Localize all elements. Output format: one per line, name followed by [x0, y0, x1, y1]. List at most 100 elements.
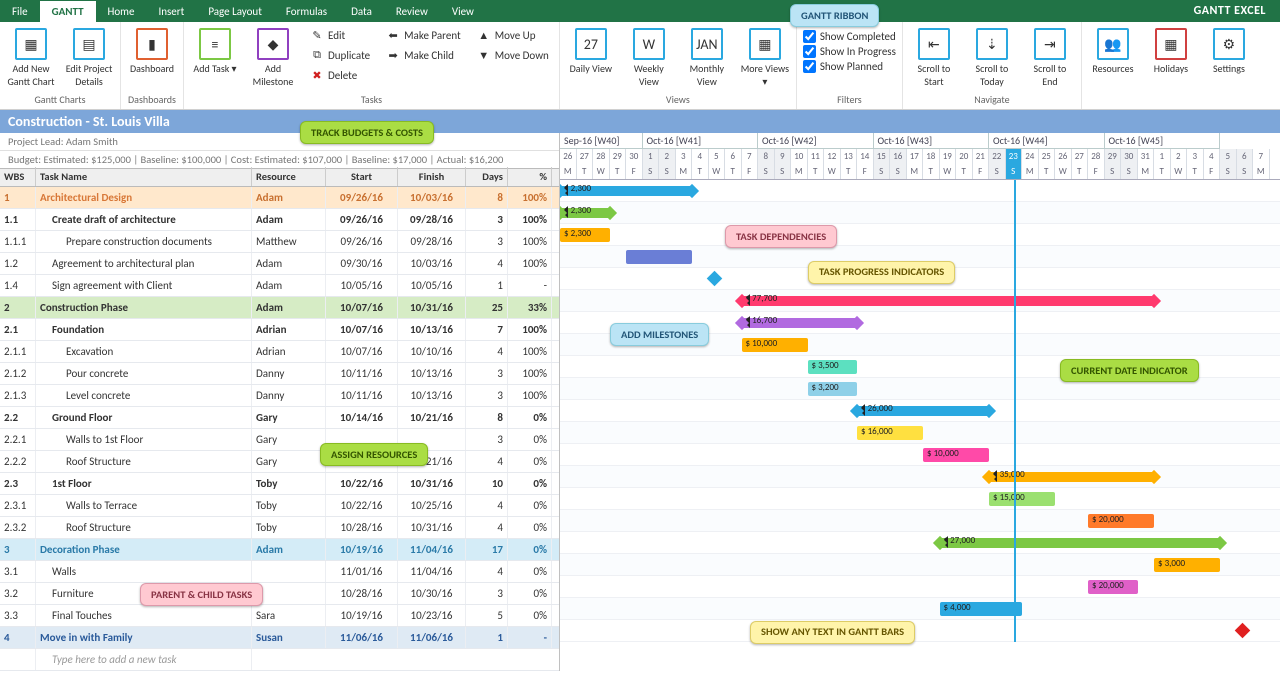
col-wbs[interactable]: WBS — [0, 167, 36, 186]
gantt-bar[interactable]: $ 2,300 — [560, 186, 692, 196]
tab-view[interactable]: View — [440, 1, 486, 22]
col-start[interactable]: Start — [326, 167, 398, 186]
duplicate-task-button[interactable]: ⧉Duplicate — [306, 46, 374, 64]
timeline-daynum: 3 — [1187, 149, 1204, 164]
settings-button[interactable]: ⚙Settings — [1204, 26, 1254, 75]
task-row[interactable]: 1.4Sign agreement with ClientAdam10/05/1… — [0, 275, 559, 297]
gantt-bar[interactable]: $ 26,000 — [857, 406, 989, 416]
gantt-bar[interactable]: $ 20,000 — [1088, 580, 1138, 594]
add-milestone-button[interactable]: ◆Add Milestone — [248, 26, 298, 88]
task-row[interactable]: 3Decoration PhaseAdam10/19/1611/04/16170… — [0, 539, 559, 561]
task-row[interactable]: 2.31st FloorToby10/22/1610/31/16100% — [0, 473, 559, 495]
brand-label: GANTT EXCEL — [1194, 4, 1280, 18]
task-row[interactable]: 2.1.3Level concreteDanny10/11/1610/13/16… — [0, 385, 559, 407]
task-row[interactable]: 2.3.2Roof StructureToby10/28/1610/31/164… — [0, 517, 559, 539]
timeline-daynum: 16 — [890, 149, 907, 164]
move-up-button[interactable]: ▲Move Up — [473, 26, 553, 44]
task-row[interactable]: 1.2Agreement to architectural planAdam09… — [0, 253, 559, 275]
add-task-button[interactable]: ≡Add Task ▾ — [190, 26, 240, 75]
timeline-dow: S — [890, 164, 907, 179]
task-row[interactable]: 1.1.1Prepare construction documentsMatth… — [0, 231, 559, 253]
timeline-daynum: 14 — [857, 149, 874, 164]
gantt-bar[interactable]: $ 3,200 — [808, 382, 858, 396]
gantt-bar[interactable]: $ 16,700 — [742, 318, 858, 328]
make-parent-button[interactable]: ⬅Make Parent — [382, 26, 465, 44]
task-row[interactable]: 3.1Walls11/01/1611/04/1640% — [0, 561, 559, 583]
scroll-today-button[interactable]: ⇣Scroll to Today — [967, 26, 1017, 88]
gantt-bar[interactable]: $ 4,000 — [940, 602, 1023, 616]
add-new-gantt-button[interactable]: ▦Add New Gantt Chart — [6, 26, 56, 88]
holidays-button[interactable]: ▦Holidays — [1146, 26, 1196, 75]
timeline-dow: S — [874, 164, 891, 179]
gantt-bar[interactable] — [626, 250, 692, 264]
timeline-dow: S — [1006, 164, 1023, 179]
tab-gantt[interactable]: GANTT — [40, 1, 96, 22]
ribbon: GANTT RIBBON ▦Add New Gantt Chart ▤Edit … — [0, 22, 1280, 110]
milestone-marker[interactable] — [1234, 623, 1250, 639]
task-row[interactable]: 4Move in with FamilySusan11/06/1611/06/1… — [0, 627, 559, 649]
gantt-bar[interactable]: $ 2,300 — [560, 228, 610, 242]
tab-review[interactable]: Review — [384, 1, 440, 22]
dashboard-button[interactable]: ▮Dashboard — [127, 26, 177, 75]
task-row[interactable]: 3.3Final TouchesSara10/19/1610/23/1650% — [0, 605, 559, 627]
gantt-bar[interactable]: $ 77,700 — [742, 296, 1155, 306]
timeline-dow: M — [676, 164, 693, 179]
gantt-bar[interactable]: $ 10,000 — [923, 448, 989, 462]
more-views-button[interactable]: ▦More Views ▾ — [740, 26, 790, 88]
task-row[interactable]: 2.2.2Roof StructureGary10/18/1610/21/164… — [0, 451, 559, 473]
task-row[interactable]: 2.2Ground FloorGary10/14/1610/21/1680% — [0, 407, 559, 429]
scroll-end-button[interactable]: ⇥Scroll to End — [1025, 26, 1075, 88]
task-row[interactable]: 2.2.1Walls to 1st FloorGary30% — [0, 429, 559, 451]
col-task[interactable]: Task Name — [36, 167, 252, 186]
task-row[interactable]: 2.1.1ExcavationAdrian10/07/1610/10/16410… — [0, 341, 559, 363]
make-child-button[interactable]: ➡Make Child — [382, 46, 465, 64]
callout-parent-child: PARENT & CHILD TASKS — [140, 583, 263, 606]
task-row[interactable]: 2.1FoundationAdrian10/07/1610/13/167100% — [0, 319, 559, 341]
col-pct[interactable]: % — [508, 167, 552, 186]
gantt-bar[interactable]: $ 3,000 — [1154, 558, 1220, 572]
gantt-bar[interactable]: $ 2,300 — [560, 208, 610, 218]
gantt-bar[interactable]: $ 3,500 — [808, 360, 858, 374]
gantt-bar[interactable]: $ 27,000 — [940, 538, 1221, 548]
gantt-bar[interactable]: $ 10,000 — [742, 338, 808, 352]
task-row[interactable]: 1Architectural DesignAdam09/26/1610/03/1… — [0, 187, 559, 209]
callout-task-progress: TASK PROGRESS INDICATORS — [808, 261, 955, 284]
group-gantt-charts: Gantt Charts — [6, 91, 114, 109]
milestone-marker[interactable] — [706, 271, 722, 287]
move-down-button[interactable]: ▼Move Down — [473, 46, 553, 64]
task-row[interactable]: 1.1Create draft of architectureAdam09/26… — [0, 209, 559, 231]
callout-bar-text: SHOW ANY TEXT IN GANTT BARS — [750, 621, 915, 644]
col-resource[interactable]: Resource — [252, 167, 326, 186]
edit-project-details-button[interactable]: ▤Edit Project Details — [64, 26, 114, 88]
col-days[interactable]: Days — [466, 167, 508, 186]
gantt-bar[interactable]: $ 15,000 — [989, 492, 1055, 506]
daily-view-button[interactable]: 27Daily View — [566, 26, 616, 75]
scroll-start-button[interactable]: ⇤Scroll to Start — [909, 26, 959, 88]
monthly-view-button[interactable]: JANMonthly View — [682, 26, 732, 88]
tab-insert[interactable]: Insert — [146, 1, 196, 22]
delete-task-button[interactable]: ✖Delete — [306, 66, 374, 84]
show-completed-check[interactable]: Show Completed — [803, 30, 896, 43]
gantt-bar[interactable]: $ 16,000 — [857, 426, 923, 440]
gantt-bar[interactable]: $ 20,000 — [1088, 514, 1154, 528]
outdent-icon: ⬅ — [386, 28, 400, 42]
task-row[interactable]: 3.2Furniture10/28/1610/30/1630% — [0, 583, 559, 605]
weekly-view-button[interactable]: WWeekly View — [624, 26, 674, 88]
new-task-row[interactable]: Type here to add a new task — [0, 649, 559, 671]
timeline-dow: W — [1171, 164, 1188, 179]
tab-page-layout[interactable]: Page Layout — [196, 1, 274, 22]
task-row[interactable]: 2.1.2Pour concreteDanny10/11/1610/13/163… — [0, 363, 559, 385]
tab-file[interactable]: File — [0, 1, 40, 22]
tab-formulas[interactable]: Formulas — [274, 1, 339, 22]
show-inprogress-check[interactable]: Show In Progress — [803, 45, 896, 58]
show-planned-check[interactable]: Show Planned — [803, 60, 896, 73]
gantt-row: $ 2,300 — [560, 224, 1280, 246]
scroll-today-icon: ⇣ — [976, 28, 1008, 60]
tab-data[interactable]: Data — [339, 1, 384, 22]
task-row[interactable]: 2Construction PhaseAdam10/07/1610/31/162… — [0, 297, 559, 319]
task-row[interactable]: 2.3.1Walls to TerraceToby10/22/1610/25/1… — [0, 495, 559, 517]
col-finish[interactable]: Finish — [398, 167, 466, 186]
resources-button[interactable]: 👥Resources — [1088, 26, 1138, 75]
tab-home[interactable]: Home — [96, 1, 147, 22]
edit-task-button[interactable]: ✎Edit — [306, 26, 374, 44]
